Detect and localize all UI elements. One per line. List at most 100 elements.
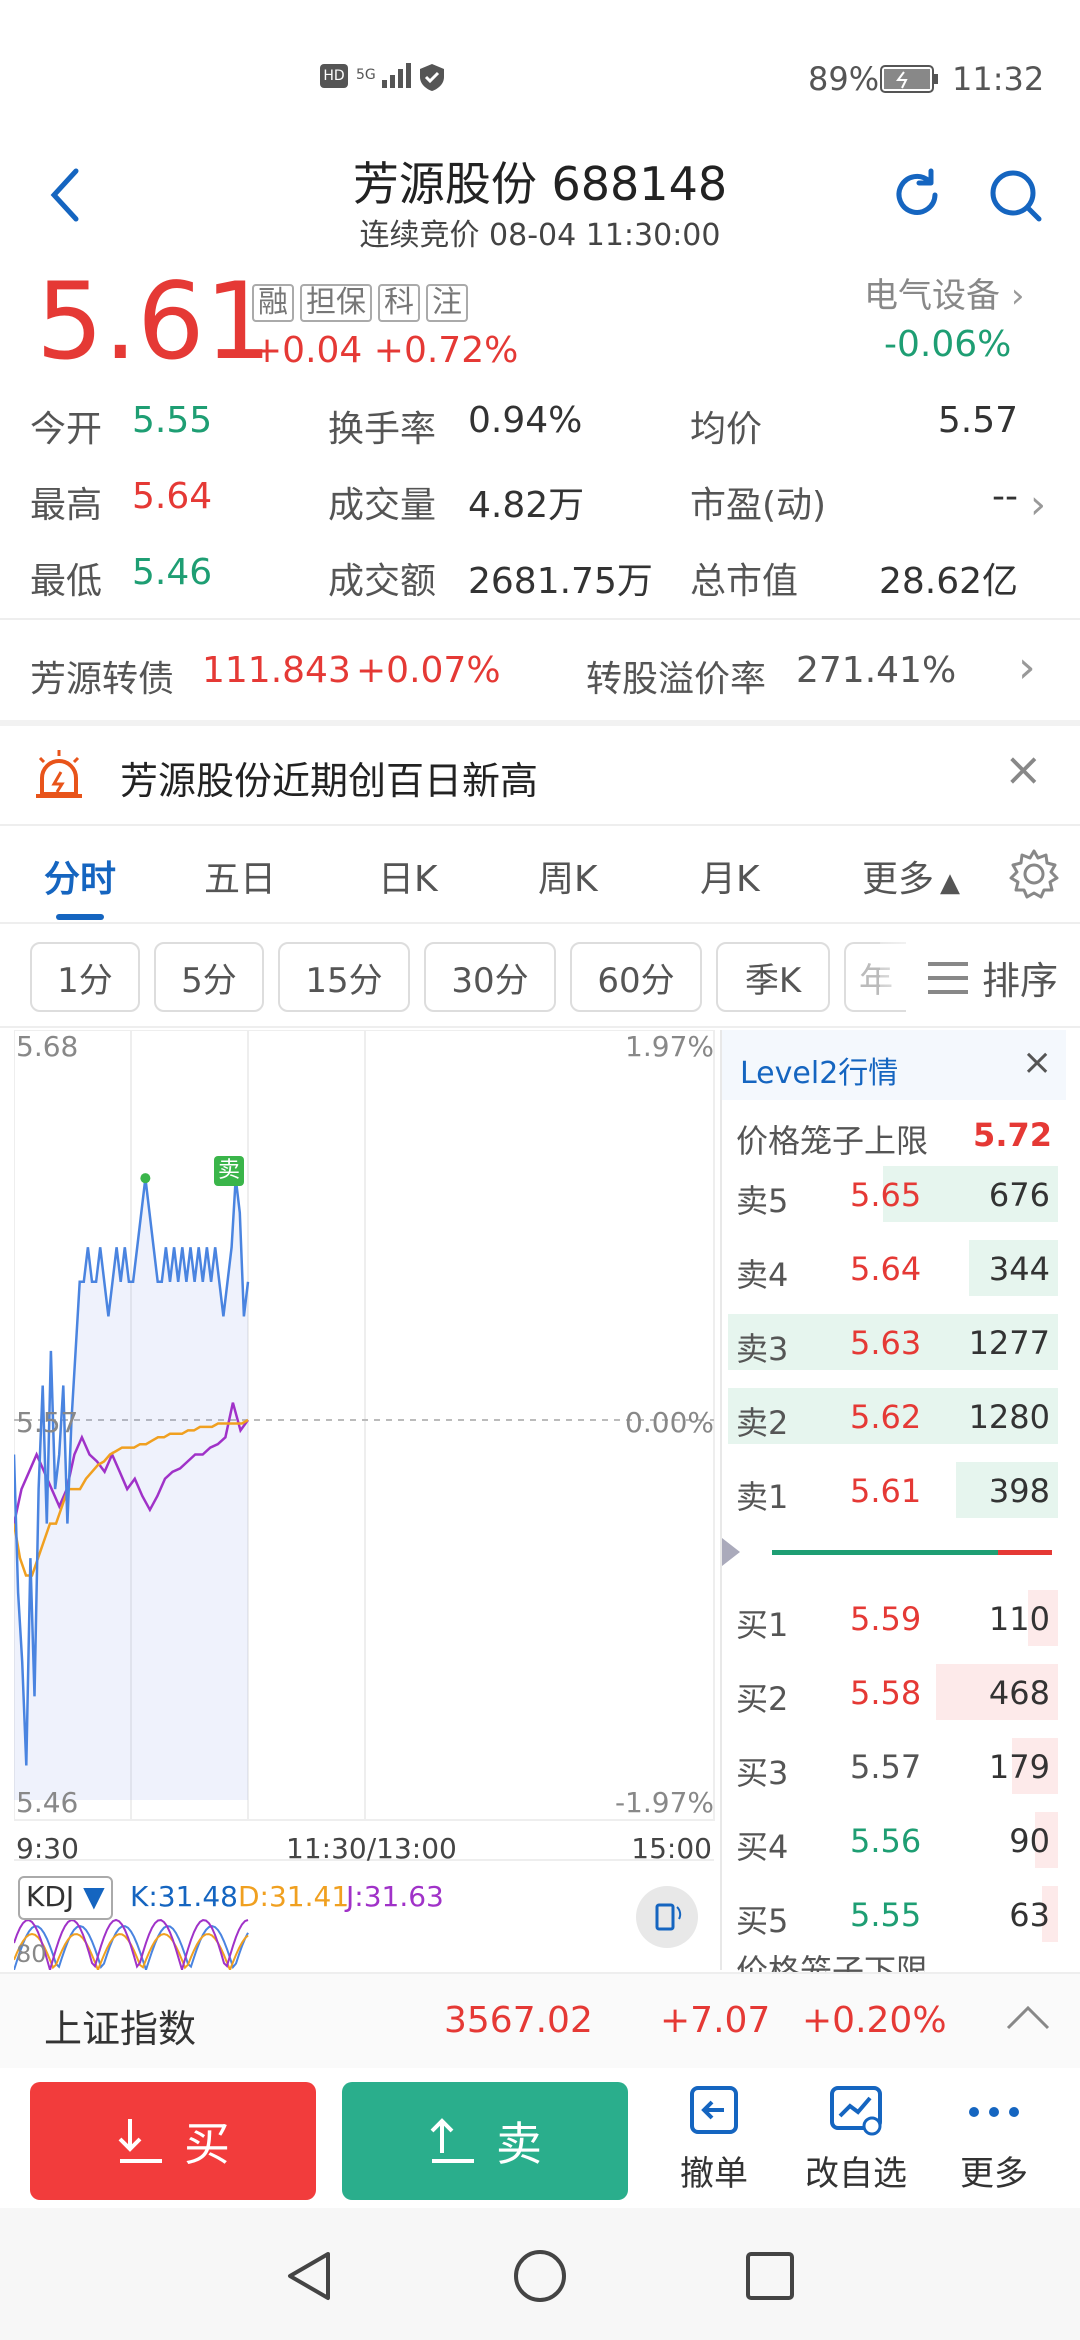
- y-label-top: 5.68: [16, 1030, 79, 1063]
- gear-icon[interactable]: [1008, 848, 1060, 900]
- divider: [0, 824, 1080, 826]
- level-price: 5.58: [850, 1674, 922, 1712]
- price-change: +0.04 +0.72%: [252, 330, 519, 371]
- convertible-bond-row[interactable]: 芳源转债 111.843 +0.07% 转股溢价率 271.41% ›: [0, 620, 1080, 720]
- sort-button[interactable]: 排序: [926, 950, 1058, 1005]
- stat-value: --: [992, 476, 1018, 517]
- pct-label-top: 1.97%: [625, 1030, 714, 1063]
- orderbook-row[interactable]: 买4 5.56 90: [722, 1810, 1058, 1872]
- time-label-start: 9:30: [16, 1832, 79, 1865]
- level-label: 卖1: [736, 1478, 789, 1516]
- level-price: 5.56: [850, 1822, 922, 1860]
- tab-intraday[interactable]: 分时: [44, 850, 116, 902]
- tab-indicator: [56, 914, 104, 920]
- time-label-end: 15:00: [631, 1832, 712, 1865]
- close-icon[interactable]: ×: [1004, 742, 1043, 796]
- menu-icon: [928, 961, 968, 994]
- period-15min[interactable]: 15分: [278, 942, 410, 1012]
- level-price: 5.61: [850, 1472, 922, 1510]
- orderbook-row[interactable]: 买2 5.58 468: [722, 1662, 1058, 1724]
- notice-banner[interactable]: 芳源股份近期创百日新高 ×: [0, 726, 1080, 822]
- nav-home-icon[interactable]: [512, 2248, 568, 2304]
- level-price: 5.57: [850, 1748, 922, 1786]
- refresh-button[interactable]: [882, 160, 952, 230]
- pct-label-bottom: -1.97%: [614, 1786, 714, 1819]
- rotate-screen-icon: [655, 1903, 682, 1931]
- sector-link[interactable]: 电气设备 ›: [864, 268, 1024, 317]
- orderbook-row[interactable]: 卖2 5.62 1280: [722, 1386, 1058, 1448]
- time-label-mid: 11:30/13:00: [286, 1832, 457, 1865]
- upper-limit-label: 价格笼子上限: [736, 1122, 929, 1160]
- stat-label: 换手率: [328, 409, 437, 450]
- orderbook-row[interactable]: 买3 5.57 179: [722, 1736, 1058, 1798]
- lower-limit-row: 价格笼子下限: [722, 1946, 1066, 1972]
- chevron-up-icon[interactable]: [1004, 2002, 1052, 2034]
- period-quarter-k[interactable]: 季K: [716, 942, 830, 1012]
- signal-icon: 5G: [356, 60, 420, 90]
- search-button[interactable]: [980, 160, 1050, 230]
- triangle-down-icon: ▼: [83, 1880, 105, 1913]
- tab-monthly-k[interactable]: 月K: [700, 850, 760, 902]
- kdj-j: J:31.63: [346, 1880, 444, 1913]
- premium-value: 271.41%: [796, 650, 957, 691]
- cancel-order-button[interactable]: 撤单: [664, 2082, 764, 2195]
- level-price: 5.64: [850, 1250, 922, 1288]
- level-label: 卖3: [736, 1330, 789, 1368]
- period-60min[interactable]: 60分: [570, 942, 702, 1012]
- tab-daily-k[interactable]: 日K: [378, 850, 438, 902]
- level-volume: 110: [988, 1600, 1050, 1638]
- search-icon: [990, 170, 1042, 222]
- hd-icon: HD: [320, 64, 348, 88]
- tag-star-market: 科: [378, 284, 420, 322]
- shield-icon: [418, 62, 446, 96]
- orderbook-row[interactable]: 卖1 5.61 398: [722, 1460, 1058, 1522]
- level-volume: 344: [988, 1250, 1050, 1288]
- index-change-pct: +0.20%: [802, 2000, 947, 2041]
- stat-value: 5.46: [132, 552, 213, 593]
- nav-recents-icon[interactable]: [742, 2248, 798, 2304]
- y-label-mid: 5.57: [16, 1406, 79, 1439]
- bond-price: 111.843: [202, 650, 351, 691]
- buy-button[interactable]: 买: [30, 2082, 316, 2200]
- stat-value: 0.94%: [468, 400, 583, 441]
- more-dots-icon: [969, 2107, 1019, 2117]
- tab-more[interactable]: 更多 ▲: [862, 850, 960, 902]
- stat-label: 市盈(动): [690, 485, 827, 526]
- system-nav-bar: [0, 2208, 1080, 2340]
- divider: [0, 922, 1080, 924]
- level-label: 卖2: [736, 1404, 789, 1442]
- orderbook-row[interactable]: 买5 5.55 63: [722, 1884, 1058, 1946]
- stats-expand-icon[interactable]: ›: [1030, 482, 1046, 528]
- sell-button[interactable]: 卖: [342, 2082, 628, 2200]
- index-bar[interactable]: 上证指数 3567.02 +7.07 +0.20%: [0, 1972, 1080, 2070]
- period-30min[interactable]: 30分: [424, 942, 556, 1012]
- bond-name: 芳源转债: [30, 659, 175, 700]
- period-1min[interactable]: 1分: [30, 942, 140, 1012]
- indicator-select[interactable]: KDJ ▼: [18, 1876, 113, 1920]
- edit-watchlist-button[interactable]: 改自选: [796, 2082, 916, 2195]
- period-5min[interactable]: 5分: [154, 942, 264, 1012]
- chevron-right-icon: ›: [1010, 276, 1025, 316]
- more-button[interactable]: 更多: [944, 2082, 1044, 2195]
- orderbook-row[interactable]: 卖3 5.63 1277: [722, 1312, 1058, 1374]
- level-label: 买2: [736, 1680, 789, 1718]
- level-label: 买1: [736, 1606, 789, 1644]
- orderbook-row[interactable]: 买1 5.59 110: [722, 1588, 1058, 1650]
- tab-five-day[interactable]: 五日: [204, 850, 276, 902]
- quote-tags: 融担保科注: [252, 284, 474, 322]
- intraday-chart[interactable]: 5.68 5.57 5.46 1.97% 0.00% -1.97% 9:30 1…: [14, 1030, 722, 1970]
- level2-title[interactable]: Level2行情: [740, 1048, 898, 1092]
- level-volume: 468: [988, 1674, 1050, 1712]
- rotate-button[interactable]: [636, 1886, 698, 1948]
- sell-marker[interactable]: 卖: [214, 1156, 244, 1186]
- tab-weekly-k[interactable]: 周K: [538, 850, 598, 902]
- orderbook-row[interactable]: 卖5 5.65 676: [722, 1164, 1058, 1226]
- close-icon[interactable]: ×: [1022, 1042, 1052, 1083]
- orderbook-row[interactable]: 卖4 5.64 344: [722, 1238, 1058, 1300]
- divider: [0, 1026, 1080, 1028]
- level-volume: 1277: [968, 1324, 1050, 1362]
- nav-back-icon[interactable]: [282, 2248, 338, 2304]
- notice-text: 芳源股份近期创百日新高: [120, 759, 539, 803]
- level-label: 买4: [736, 1828, 789, 1866]
- level-volume: 63: [1009, 1896, 1050, 1934]
